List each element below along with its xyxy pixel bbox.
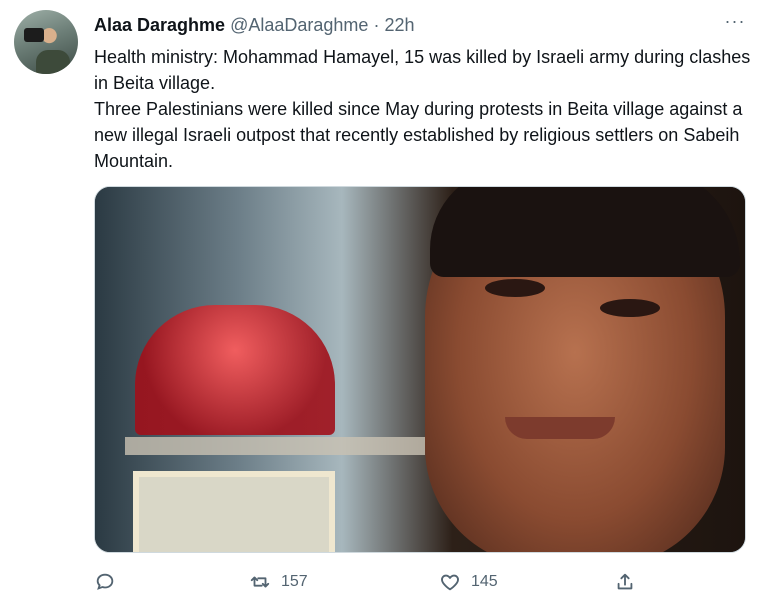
photo-hair: [430, 187, 740, 277]
retweet-button[interactable]: 157: [249, 566, 308, 598]
timestamp[interactable]: 22h: [384, 15, 414, 35]
camera-shape: [24, 28, 44, 42]
photo-shelf: [125, 437, 425, 455]
tweet-photo[interactable]: [94, 186, 746, 553]
share-icon: [617, 573, 633, 590]
share-button[interactable]: [614, 566, 636, 598]
reply-icon: [96, 573, 114, 590]
retweet-count: 157: [281, 573, 308, 590]
tweet-actions: 157 145: [94, 566, 654, 598]
reply-button[interactable]: [94, 566, 116, 598]
more-icon[interactable]: ···: [723, 12, 747, 34]
photo-red-object: [135, 305, 335, 435]
retweet-icon: [250, 576, 270, 588]
tweet-paragraph-1: Health ministry: Mohammad Hamayel, 15 wa…: [94, 47, 751, 93]
photo-eye-right: [600, 299, 660, 317]
tweet-header: Alaa Daraghme @AlaaDaraghme · 22h: [94, 12, 747, 38]
heart-icon: [441, 574, 459, 591]
display-name[interactable]: Alaa Daraghme: [94, 15, 225, 35]
user-handle[interactable]: @AlaaDaraghme: [230, 15, 368, 35]
tweet-text: Health ministry: Mohammad Hamayel, 15 wa…: [94, 44, 754, 174]
separator-dot: ·: [373, 15, 380, 35]
avatar[interactable]: [14, 10, 78, 74]
like-button[interactable]: 145: [439, 566, 498, 598]
like-count: 145: [471, 573, 498, 590]
tweet-paragraph-2: Three Palestinians were killed since May…: [94, 99, 743, 171]
photo-eye-left: [485, 279, 545, 297]
shirt-shape: [36, 50, 70, 74]
photo-frame: [133, 471, 335, 552]
photo-mouth: [505, 417, 615, 439]
